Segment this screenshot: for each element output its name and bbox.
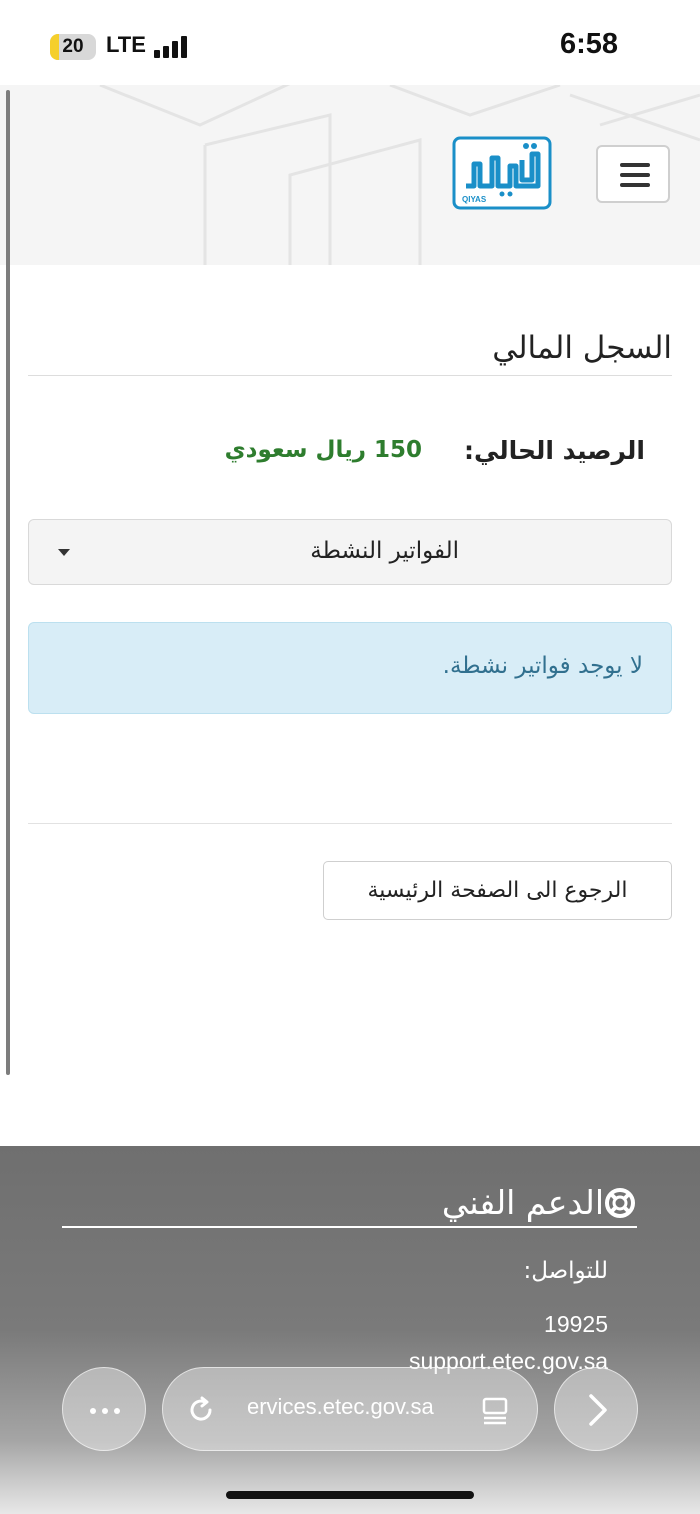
footer-title: الدعم الفني [441, 1183, 604, 1222]
support-phone[interactable]: 19925 [544, 1311, 608, 1338]
more-options-button[interactable] [62, 1367, 146, 1451]
home-indicator[interactable] [226, 1491, 474, 1499]
scrollbar[interactable] [6, 90, 10, 1075]
menu-button[interactable] [596, 145, 670, 203]
signal-icon [154, 36, 190, 58]
header-pattern [99, 85, 700, 265]
reader-icon[interactable] [479, 1394, 511, 1426]
forward-button[interactable] [554, 1367, 638, 1451]
hamburger-icon [620, 163, 650, 167]
content-divider [28, 823, 672, 824]
invoice-filter-value: الفواتير النشطة [310, 538, 459, 564]
battery-percent: 20 [62, 36, 84, 57]
chevron-right-icon [589, 1394, 607, 1426]
back-home-button[interactable]: الرجوع الى الصفحة الرئيسية [323, 861, 672, 920]
ellipsis-icon [90, 1408, 96, 1414]
battery-icon: 20 [50, 34, 96, 60]
contact-label: للتواصل: [523, 1258, 608, 1284]
logo-text: QIYAS [462, 195, 487, 204]
address-bar[interactable]: ervices.etec.gov.sa [162, 1367, 538, 1451]
network-type: LTE [106, 32, 146, 57]
page-title: السجل المالي [492, 330, 672, 366]
clock: 6:58 [559, 28, 618, 60]
reload-icon[interactable] [185, 1394, 217, 1426]
lifebuoy-icon [605, 1188, 635, 1218]
balance-value: 150 ريال سعودي [224, 437, 422, 463]
status-bar: 20 LTE 6:58 [0, 0, 700, 90]
balance-label: الرصيد الحالي [473, 436, 645, 465]
title-divider [28, 375, 672, 376]
balance-colon: : [464, 436, 474, 465]
qiyas-logo[interactable]: QIYAS [452, 136, 552, 210]
site-header [0, 85, 700, 265]
alert-message: لا يوجد فواتير نشطة. [442, 653, 643, 679]
footer-divider [62, 1226, 637, 1228]
invoice-filter-select[interactable]: الفواتير النشطة [28, 519, 672, 585]
chevron-down-icon [58, 549, 70, 556]
info-alert: لا يوجد فواتير نشطة. [28, 622, 672, 714]
url-text: ervices.etec.gov.sa [247, 1394, 434, 1419]
